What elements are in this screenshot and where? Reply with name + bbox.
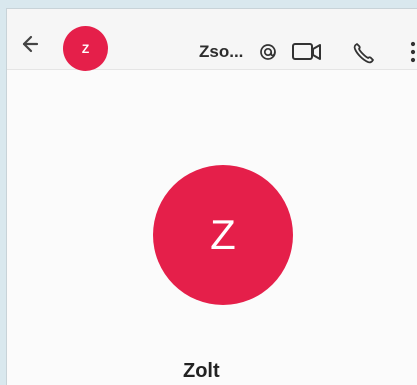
arrow-left-icon	[22, 35, 39, 53]
avatar-initial-large: Z	[210, 211, 236, 258]
video-call-button[interactable]	[290, 37, 324, 67]
at-icon	[260, 44, 276, 60]
more-vertical-icon	[410, 41, 416, 63]
phone-icon	[353, 43, 374, 64]
avatar-initial: Z	[81, 41, 90, 56]
contact-name-short[interactable]: Zso...	[199, 42, 243, 62]
voice-call-button[interactable]	[349, 39, 379, 67]
contact-avatar-small[interactable]: Z	[63, 26, 108, 71]
mention-button[interactable]	[256, 40, 280, 64]
video-camera-icon	[292, 43, 321, 60]
chat-header: Z Zso...	[7, 9, 417, 71]
contact-profile: Z Zolt	[7, 71, 417, 385]
contact-name: Zolt	[183, 360, 220, 382]
contact-avatar-large[interactable]: Z	[153, 165, 293, 305]
chat-window: Z Zso... Z Zolt	[6, 8, 417, 385]
back-button[interactable]	[15, 31, 41, 57]
more-options-button[interactable]	[407, 35, 417, 69]
